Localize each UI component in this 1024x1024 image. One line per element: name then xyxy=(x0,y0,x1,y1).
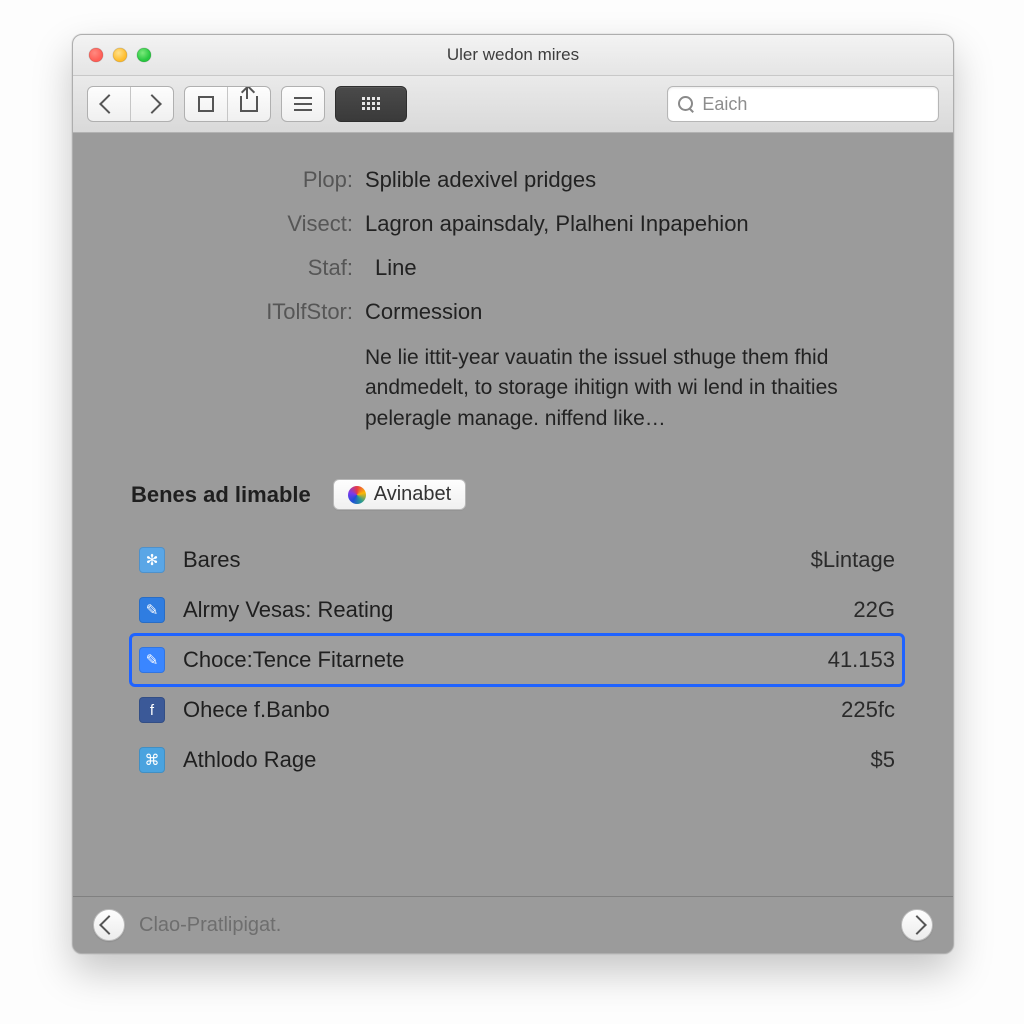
grid-icon xyxy=(362,97,380,111)
value-tolstor: Cormession xyxy=(365,299,913,325)
app-icon: ⌘ xyxy=(139,747,165,773)
description-text: Ne lie ittit-year vauatin the issuel sth… xyxy=(365,343,913,434)
section-heading: Benes ad limable xyxy=(131,482,311,508)
label-tolstor: ITolfStor: xyxy=(173,299,353,325)
list-view-button[interactable] xyxy=(281,86,325,122)
square-icon xyxy=(198,96,214,112)
view-buttons xyxy=(184,86,271,122)
footer-text: Clao-Pratlipigat. xyxy=(139,914,281,937)
avinabet-label: Avinabet xyxy=(374,483,451,506)
share-icon xyxy=(240,96,258,112)
item-name: Bares xyxy=(183,547,793,573)
item-name: Choce:Tence Fitarnete xyxy=(183,647,810,673)
chevron-left-icon xyxy=(99,94,119,114)
content-area: Plop: Splible adexivel pridges Visect: L… xyxy=(73,133,953,896)
item-name: Athlodo Rage xyxy=(183,747,853,773)
label-staf: Staf: xyxy=(173,255,353,281)
list-item[interactable]: f Ohece f.Banbo 225fc xyxy=(131,685,903,735)
search-icon xyxy=(678,96,692,112)
item-name: Ohece f.Banbo xyxy=(183,697,823,723)
list-item[interactable]: ⌘ Athlodo Rage $5 xyxy=(131,735,903,785)
item-list: ✻ Bares $Lintage ✎ Alrmy Vesas: Reating 22G ✎ C… xyxy=(131,535,903,785)
chevron-left-icon xyxy=(99,915,119,935)
app-icon: f xyxy=(139,697,165,723)
prev-page-button[interactable] xyxy=(93,909,125,941)
chevron-right-icon xyxy=(907,915,927,935)
value-staf-text: Line xyxy=(375,255,417,281)
list-item[interactable]: ✎ Choce:Tence Fitarnete 41.153 xyxy=(131,635,903,685)
item-size: 41.153 xyxy=(828,647,895,673)
app-icon: ✎ xyxy=(139,647,165,673)
search-field[interactable] xyxy=(667,86,939,122)
window: Uler wedon mires Plop: Splible adexivel … xyxy=(72,34,954,954)
label-visect: Visect: xyxy=(173,211,353,237)
info-grid: Plop: Splible adexivel pridges Visect: L… xyxy=(173,167,913,434)
toolbar xyxy=(73,76,953,133)
minimize-window-button[interactable] xyxy=(113,48,127,62)
item-size: $Lintage xyxy=(811,547,895,573)
view-icon-button[interactable] xyxy=(185,87,227,121)
window-title: Uler wedon mires xyxy=(73,45,953,65)
app-icon: ✻ xyxy=(139,547,165,573)
value-plop: Splible adexivel pridges xyxy=(365,167,913,193)
footer: Clao-Pratlipigat. xyxy=(73,896,953,953)
item-name: Alrmy Vesas: Reating xyxy=(183,597,835,623)
section-header: Benes ad limable Avinabet xyxy=(131,479,466,510)
list-item[interactable]: ✎ Alrmy Vesas: Reating 22G xyxy=(131,585,903,635)
item-size: 22G xyxy=(853,597,895,623)
back-button[interactable] xyxy=(88,87,130,121)
rainbow-icon xyxy=(348,486,366,504)
share-button[interactable] xyxy=(227,87,270,121)
app-icon: ✎ xyxy=(139,597,165,623)
forward-button[interactable] xyxy=(130,87,173,121)
next-page-button[interactable] xyxy=(901,909,933,941)
hamburger-icon xyxy=(294,103,312,105)
titlebar: Uler wedon mires xyxy=(73,35,953,76)
value-staf: Line xyxy=(365,255,913,281)
label-plop: Plop: xyxy=(173,167,353,193)
traffic-lights xyxy=(89,48,151,62)
value-visect: Lagron apainsdaly, Plalheni Inpapehion xyxy=(365,211,913,237)
search-input[interactable] xyxy=(700,93,928,116)
item-size: $5 xyxy=(871,747,895,773)
chevron-right-icon xyxy=(142,94,162,114)
list-item[interactable]: ✻ Bares $Lintage xyxy=(131,535,903,585)
close-window-button[interactable] xyxy=(89,48,103,62)
avinabet-button[interactable]: Avinabet xyxy=(333,479,466,510)
item-size: 225fc xyxy=(841,697,895,723)
nav-back-forward xyxy=(87,86,174,122)
grid-view-button[interactable] xyxy=(335,86,407,122)
zoom-window-button[interactable] xyxy=(137,48,151,62)
